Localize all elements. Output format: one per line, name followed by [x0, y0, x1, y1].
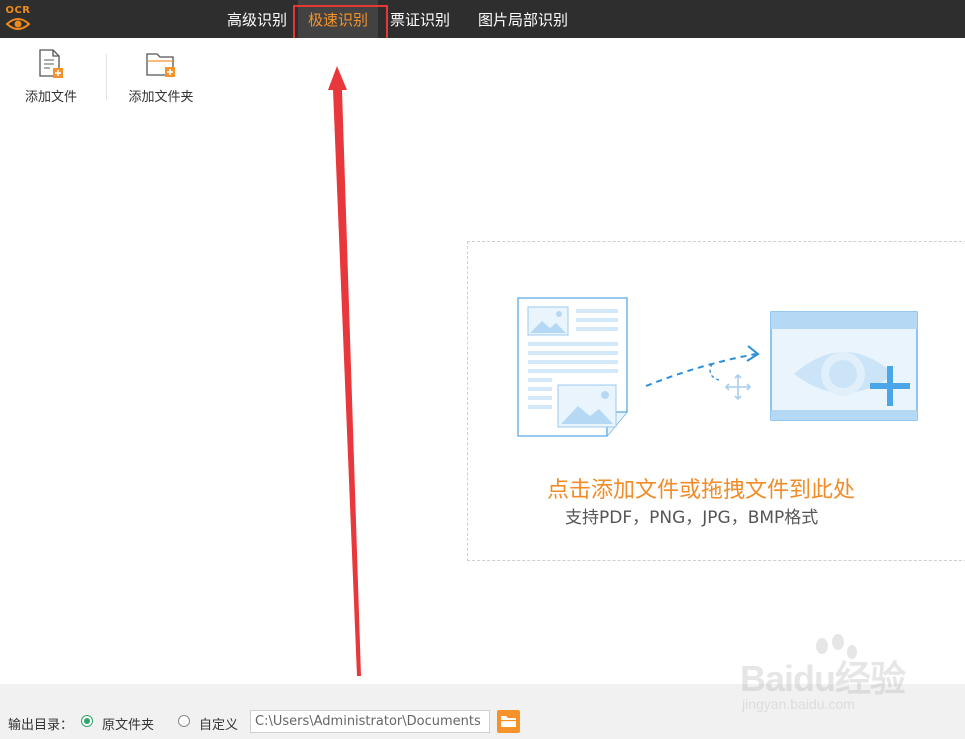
drag-drop-illustration — [517, 297, 918, 437]
eye-logo-icon — [6, 18, 30, 30]
radio-custom-folder[interactable] — [178, 715, 190, 727]
radio-original-folder[interactable] — [81, 715, 93, 727]
toolbar-divider — [106, 54, 107, 100]
folder-icon — [501, 716, 516, 727]
baidu-jingyan-watermark: Baidu经验 jingyan.baidu.com — [740, 632, 920, 718]
browse-folder-button[interactable] — [497, 710, 520, 733]
drop-instruction: 点击添加文件或拖拽文件到此处 — [547, 478, 856, 503]
add-folder-label: 添加文件夹 — [128, 90, 194, 105]
add-file-button[interactable]: 添加文件 — [22, 48, 80, 105]
supported-formats: 支持PDF，PNG，JPG，BMP格式 — [565, 508, 819, 528]
tab-ticket-recognition[interactable]: 票证识别 — [390, 0, 450, 38]
add-folder-icon — [146, 53, 175, 77]
add-file-label: 添加文件 — [24, 90, 77, 105]
main-area: 点击添加文件或拖拽文件到此处 支持PDF，PNG，JPG，BMP格式 — [0, 120, 965, 684]
option-original-folder-label[interactable]: 原文件夹 — [102, 714, 154, 733]
tab-advanced-recognition[interactable]: 高级识别 — [227, 0, 287, 38]
file-drop-zone[interactable]: 点击添加文件或拖拽文件到此处 支持PDF，PNG，JPG，BMP格式 — [467, 241, 965, 561]
watermark-url: jingyan.baidu.com — [742, 696, 855, 712]
ocr-logo: OCR — [3, 5, 33, 35]
add-file-icon — [39, 49, 63, 78]
add-folder-button[interactable]: 添加文件夹 — [125, 48, 197, 105]
toolbar: 添加文件 添加文件夹 — [0, 38, 965, 120]
output-dir-label: 输出目录： — [8, 718, 74, 733]
dashed-arrow — [645, 353, 757, 387]
output-path-input[interactable]: C:\Users\Administrator\Documents — [250, 710, 490, 733]
logo-text: OCR — [5, 5, 31, 16]
watermark-brand: Baidu经验 — [740, 658, 906, 699]
move-cross-icon — [724, 373, 752, 401]
title-bar: OCR 高级识别 极速识别 票证识别 图片局部识别 — [0, 0, 965, 38]
option-custom-label[interactable]: 自定义 — [199, 714, 238, 733]
tab-partial-image-recognition[interactable]: 图片局部识别 — [478, 0, 568, 38]
